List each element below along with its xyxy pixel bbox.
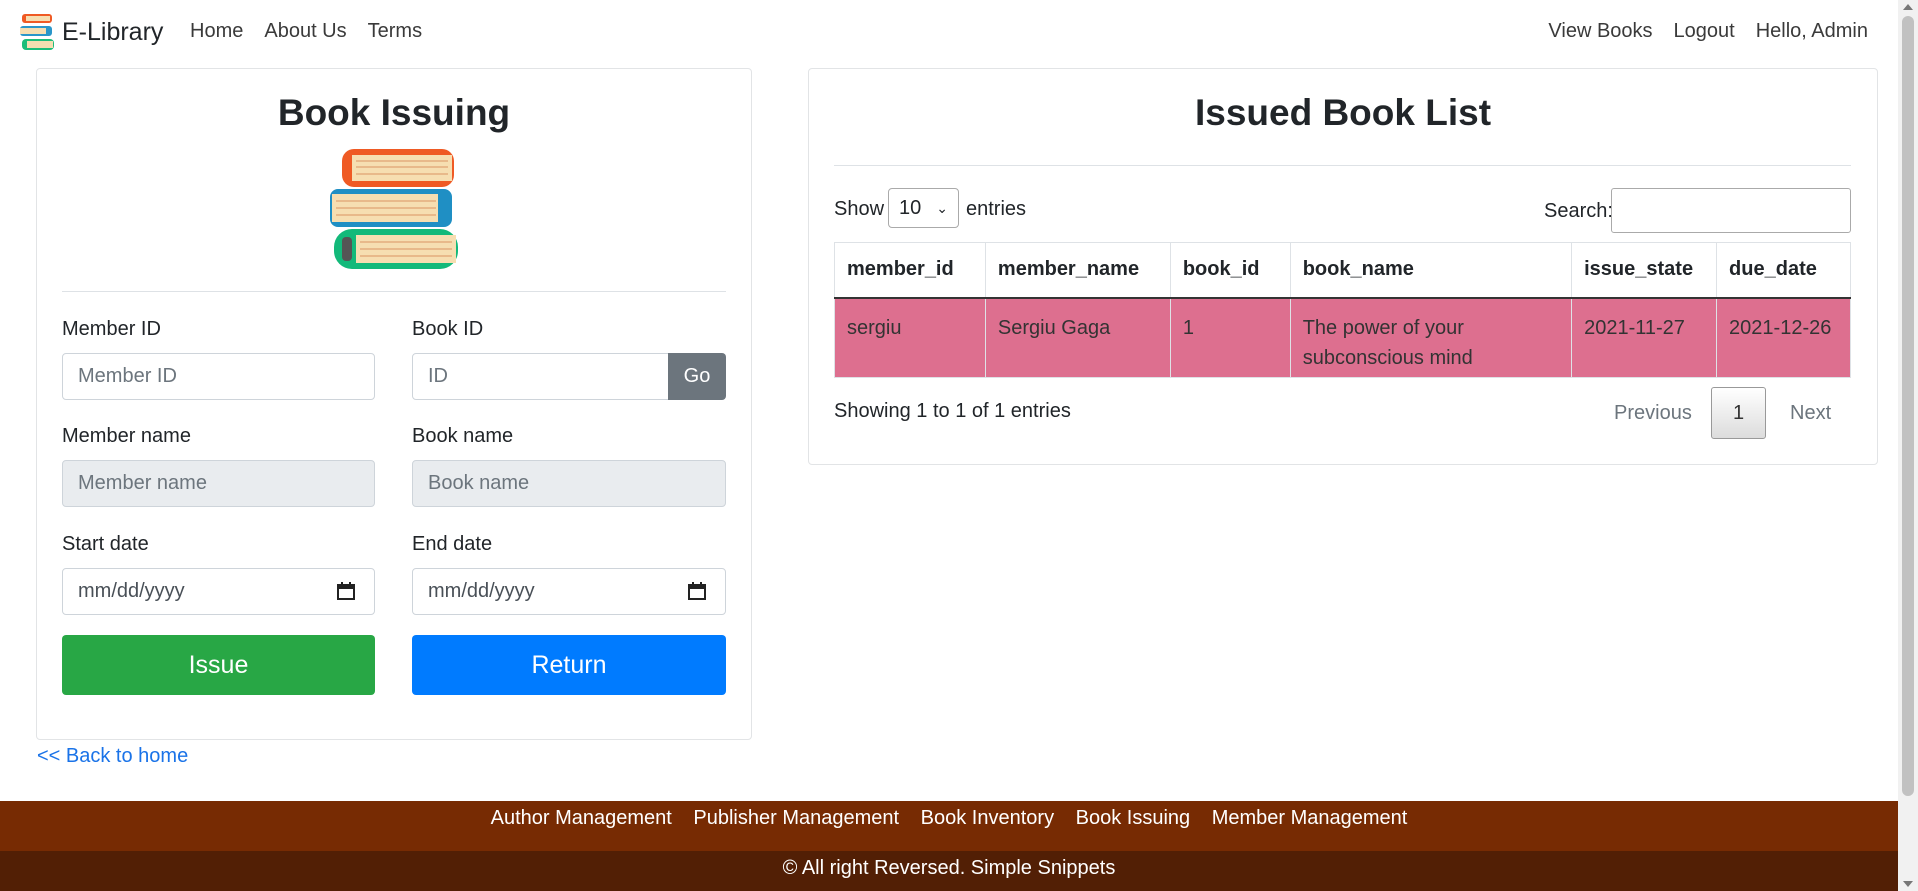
footer-member-management-link[interactable]: Member Management	[1212, 807, 1408, 829]
member-name-input[interactable]: Member name	[62, 460, 375, 507]
brand-name: E-Library	[62, 17, 164, 46]
cell-member-id: sergiu	[834, 297, 986, 378]
start-date-input[interactable]: mm/dd/yyyy	[62, 568, 375, 615]
column-header-book-name[interactable]: book_name	[1289, 242, 1573, 299]
previous-page-button[interactable]: Previous	[1614, 387, 1692, 439]
chevron-down-icon: ⌄	[936, 200, 948, 216]
scrollbar-thumb[interactable]	[1902, 16, 1914, 796]
book-name-input[interactable]: Book name	[412, 460, 726, 507]
cell-due-date: 2021-12-26	[1716, 297, 1851, 378]
scroll-down-arrow-icon[interactable]	[1903, 881, 1913, 887]
nav-about-link[interactable]: About Us	[264, 20, 346, 43]
go-button[interactable]: Go	[668, 353, 726, 400]
calendar-icon[interactable]	[336, 581, 356, 601]
footer-book-inventory-link[interactable]: Book Inventory	[921, 807, 1054, 829]
end-date-label: End date	[412, 533, 493, 555]
book-issuing-title: Book Issuing	[277, 92, 511, 133]
nav-logout-link[interactable]: Logout	[1674, 20, 1735, 43]
nav-view-books-link[interactable]: View Books	[1548, 20, 1652, 43]
calendar-icon[interactable]	[687, 581, 707, 601]
footer-book-issuing-link[interactable]: Book Issuing	[1076, 807, 1191, 829]
back-to-home-link[interactable]: << Back to home	[37, 745, 188, 768]
end-date-value: mm/dd/yyyy	[428, 580, 535, 602]
table-row[interactable]: sergiu Sergiu Gaga 1 The power of your s…	[834, 297, 1851, 378]
column-header-issue-state[interactable]: issue_state	[1571, 242, 1718, 299]
footer-author-management-link[interactable]: Author Management	[491, 807, 672, 829]
end-date-input[interactable]: mm/dd/yyyy	[412, 568, 726, 615]
entries-select-value: 10	[899, 197, 922, 219]
cell-book-id: 1	[1169, 297, 1291, 378]
member-id-input[interactable]: Member ID	[62, 353, 375, 400]
cell-issue-state: 2021-11-27	[1571, 297, 1718, 378]
column-header-book-id[interactable]: book_id	[1169, 242, 1291, 299]
issued-book-list-title: Issued Book List	[1194, 92, 1492, 133]
table-info: Showing 1 to 1 of 1 entries	[834, 400, 1071, 422]
entries-select[interactable]: 10 ⌄	[888, 188, 959, 228]
issue-button[interactable]: Issue	[62, 635, 375, 695]
footer-copyright: © All right Reversed. Simple Snippets	[0, 851, 1898, 891]
search-label: Search:	[1544, 200, 1613, 222]
book-id-label: Book ID	[412, 318, 484, 340]
nav-home-link[interactable]: Home	[190, 20, 243, 43]
search-input[interactable]	[1611, 188, 1851, 233]
brand-link[interactable]: E-Library	[18, 12, 163, 52]
member-id-label: Member ID	[62, 318, 161, 340]
navbar: E-Library Home About Us Terms View Books…	[0, 0, 1898, 64]
nav-left: Home About Us Terms	[190, 20, 422, 43]
book-name-label: Book name	[412, 425, 514, 447]
return-button[interactable]: Return	[412, 635, 726, 695]
member-name-label: Member name	[62, 425, 191, 447]
table-header-row: member_id member_name book_id book_name …	[834, 242, 1851, 299]
page-scrollbar[interactable]	[1898, 0, 1918, 891]
footer-publisher-management-link[interactable]: Publisher Management	[693, 807, 899, 829]
list-divider	[834, 165, 1851, 166]
column-header-due-date[interactable]: due_date	[1716, 242, 1851, 299]
next-page-button[interactable]: Next	[1790, 387, 1831, 439]
issued-books-table: member_id member_name book_id book_name …	[834, 242, 1851, 378]
footer-nav: Author Management Publisher Management B…	[0, 801, 1898, 851]
cell-book-name: The power of your subconscious mind	[1289, 297, 1573, 378]
column-header-member-name[interactable]: member_name	[984, 242, 1171, 299]
books-stack-icon	[330, 149, 458, 269]
start-date-value: mm/dd/yyyy	[78, 580, 185, 602]
show-label: Show	[834, 198, 885, 220]
column-header-member-id[interactable]: member_id	[834, 242, 986, 299]
nav-user-greeting[interactable]: Hello, Admin	[1756, 20, 1868, 43]
entries-label: entries	[966, 198, 1027, 220]
form-divider	[62, 291, 726, 292]
book-id-input[interactable]: ID	[412, 353, 670, 400]
start-date-label: Start date	[62, 533, 149, 555]
nav-right: View Books Logout Hello, Admin	[1548, 20, 1868, 43]
scroll-up-arrow-icon[interactable]	[1903, 4, 1913, 10]
nav-terms-link[interactable]: Terms	[368, 20, 422, 43]
cell-member-name: Sergiu Gaga	[984, 297, 1171, 378]
books-logo-icon	[20, 14, 54, 50]
page-1-button[interactable]: 1	[1711, 387, 1766, 439]
